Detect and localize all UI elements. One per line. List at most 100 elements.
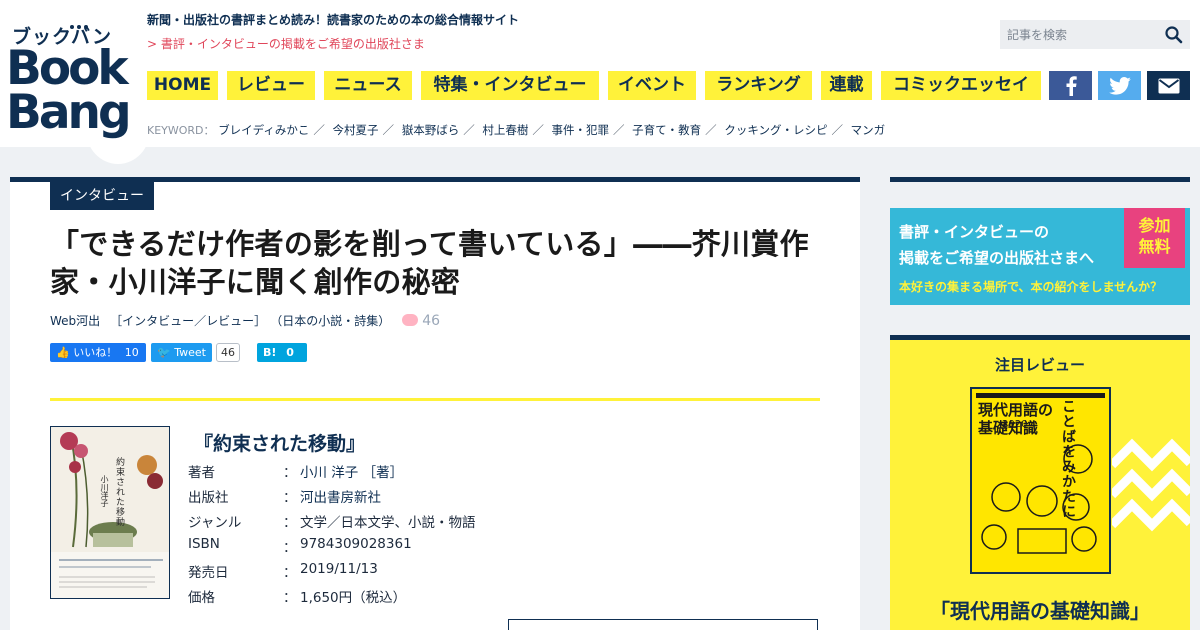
info-value: 文学／日本文学、小説・物語	[300, 515, 476, 531]
keyword-separator: ／	[313, 123, 325, 137]
nav-ranking[interactable]: ランキング	[705, 71, 812, 100]
hatena-bookmark-button[interactable]: B! 0	[257, 343, 307, 362]
info-colon: ：	[283, 490, 297, 506]
info-label: 著者	[188, 465, 215, 481]
book-cover[interactable]: 約束された移動 小川洋子	[50, 426, 170, 599]
thumbs-up-icon: 👍	[56, 346, 70, 359]
info-colon: ：	[283, 590, 297, 606]
banner-line-1: 書評・インタビューの	[899, 223, 1050, 241]
fb-like-count: 10	[124, 346, 139, 359]
keyword-separator: ／	[382, 123, 395, 137]
comment-icon	[402, 314, 419, 326]
book-cover-illustration	[51, 427, 169, 598]
nav-news[interactable]: ニュース	[324, 71, 412, 100]
keyword-separator: ／	[705, 123, 717, 137]
sidebar-top-rule	[890, 177, 1190, 182]
logo-word-bang: Bang	[6, 85, 132, 140]
info-label: 出版社	[188, 490, 229, 506]
site-logo[interactable]: ブックバン Book Bang	[6, 6, 136, 156]
banner-line-3: 本好きの集まる場所で、本の紹介をしませんか？	[899, 280, 1163, 294]
info-value[interactable]: 小川 洋子 ［著］	[300, 461, 403, 481]
badge-line-1: 参加	[1138, 216, 1171, 235]
info-colon: ：	[283, 540, 297, 556]
keyword-item[interactable]: 嶽本野ばら	[402, 123, 460, 137]
section-divider	[50, 398, 820, 401]
article-meta: Web河出 ［インタビュー／レビュー］ （日本の小説・詩集） 46	[50, 312, 440, 329]
hatena-count: 0	[286, 346, 294, 359]
keyword-item[interactable]: 今村夏子	[333, 123, 379, 137]
tweet-button[interactable]: 🐦 Tweet	[151, 343, 212, 362]
twitter-bird-icon: 🐦	[157, 346, 171, 359]
keyword-separator: ／	[532, 123, 544, 137]
search-box	[1000, 20, 1190, 49]
article-tags[interactable]: ［インタビュー／レビュー］	[110, 314, 266, 328]
keyword-label: KEYWORD：	[147, 124, 215, 137]
info-label: 発売日	[188, 565, 229, 581]
keyword-list: KEYWORD： ブレイディみかこ／ 今村夏子／ 嶽本野ばら／ 村上春樹／ 事件…	[147, 122, 885, 138]
info-label: ジャンル	[188, 515, 242, 531]
mail-button[interactable]	[1147, 71, 1190, 100]
free-badge: 参加 無料	[1124, 208, 1185, 268]
article-card: インタビュー 「できるだけ作者の影を削って書いている」――芥川賞作家・小川洋子に…	[10, 177, 860, 630]
decorative-stripes	[1112, 438, 1190, 532]
book-title[interactable]: 『約束された移動』	[194, 429, 365, 456]
nav-event[interactable]: イベント	[608, 71, 696, 100]
info-value: 1,650円（税込）	[300, 590, 407, 606]
purchase-box[interactable]	[508, 619, 818, 630]
info-colon: ：	[283, 465, 297, 481]
nav-feature-interview[interactable]: 特集・インタビュー	[421, 71, 599, 100]
nav-home[interactable]: HOME	[147, 71, 218, 100]
info-value: 2019/11/13	[300, 561, 378, 577]
keyword-item[interactable]: 村上春樹	[482, 123, 528, 137]
banner-line-2: 掲載をご希望の出版社さまへ	[899, 249, 1095, 267]
info-colon: ：	[283, 565, 297, 581]
nav-comic-essay[interactable]: コミックエッセイ	[881, 71, 1041, 100]
keyword-item[interactable]: ブレイディみかこ	[218, 123, 309, 137]
publisher-banner[interactable]: 書評・インタビューの 掲載をご希望の出版社さまへ 本好きの集まる場所で、本の紹介…	[890, 208, 1190, 305]
comment-count-value: 46	[422, 313, 441, 329]
featured-cover-sub: ことばをみかたに	[1060, 399, 1076, 519]
info-value[interactable]: 河出書房新社	[300, 486, 381, 506]
book-cover-title: 約束された移動	[114, 457, 124, 527]
hatena-label: B!	[263, 346, 277, 359]
keyword-item[interactable]: 事件・犯罪	[552, 123, 610, 137]
featured-book-title[interactable]: 「現代用語の基礎知識」	[890, 595, 1190, 624]
search-button[interactable]	[1164, 25, 1184, 45]
keyword-separator: ／	[831, 123, 843, 137]
twitter-button[interactable]	[1098, 71, 1141, 100]
info-label: 価格	[188, 590, 215, 606]
fb-like-label: いいね！	[73, 346, 118, 359]
article-source[interactable]: Web河出	[50, 314, 100, 328]
facebook-icon	[1066, 75, 1077, 96]
search-input[interactable]	[1000, 20, 1160, 49]
mail-icon	[1158, 78, 1179, 93]
keyword-item[interactable]: マンガ	[851, 123, 886, 137]
keyword-separator: ／	[463, 123, 475, 137]
featured-heading: 注目レビュー	[994, 356, 1085, 374]
keyword-item[interactable]: 子育て・教育	[632, 123, 701, 137]
article-genre[interactable]: （日本の小説・詩集）	[276, 314, 390, 328]
info-label: ISBN	[188, 536, 220, 552]
tweet-count: 46	[216, 343, 240, 362]
article-title: 「できるだけ作者の影を削って書いている」――芥川賞作家・小川洋子に聞く創作の秘密	[50, 227, 809, 299]
badge-line-2: 無料	[1138, 237, 1171, 256]
search-icon	[1165, 26, 1183, 44]
category-badge[interactable]: インタビュー	[50, 182, 154, 210]
featured-review: 注目レビュー 現代用語の基礎知識 2020 ことばをみかたに 「現代用語の基礎知…	[890, 335, 1190, 630]
twitter-icon	[1108, 76, 1131, 95]
facebook-button[interactable]	[1049, 71, 1092, 100]
publisher-link[interactable]: > 書評・インタビューの掲載をご希望の出版社さま	[147, 35, 425, 52]
nav-review[interactable]: レビュー	[227, 71, 315, 100]
tweet-label: Tweet	[174, 346, 206, 359]
nav-serial[interactable]: 連載	[821, 71, 872, 100]
info-colon: ：	[283, 515, 297, 531]
comment-count[interactable]: 46	[402, 313, 440, 329]
info-value: 9784309028361	[300, 536, 412, 552]
featured-cover-year: 2020	[1002, 419, 1028, 430]
featured-book-cover[interactable]: 現代用語の基礎知識 2020 ことばをみかたに	[970, 387, 1111, 574]
keyword-separator: ／	[613, 123, 625, 137]
site-header: ブックバン Book Bang 新聞・出版社の書評まとめ読み！読書家のための本の…	[0, 0, 1200, 164]
book-cover-author: 小川洋子	[100, 475, 109, 507]
keyword-item[interactable]: クッキング・レシピ	[724, 123, 827, 137]
facebook-like-button[interactable]: 👍 いいね！ 10	[50, 343, 146, 362]
